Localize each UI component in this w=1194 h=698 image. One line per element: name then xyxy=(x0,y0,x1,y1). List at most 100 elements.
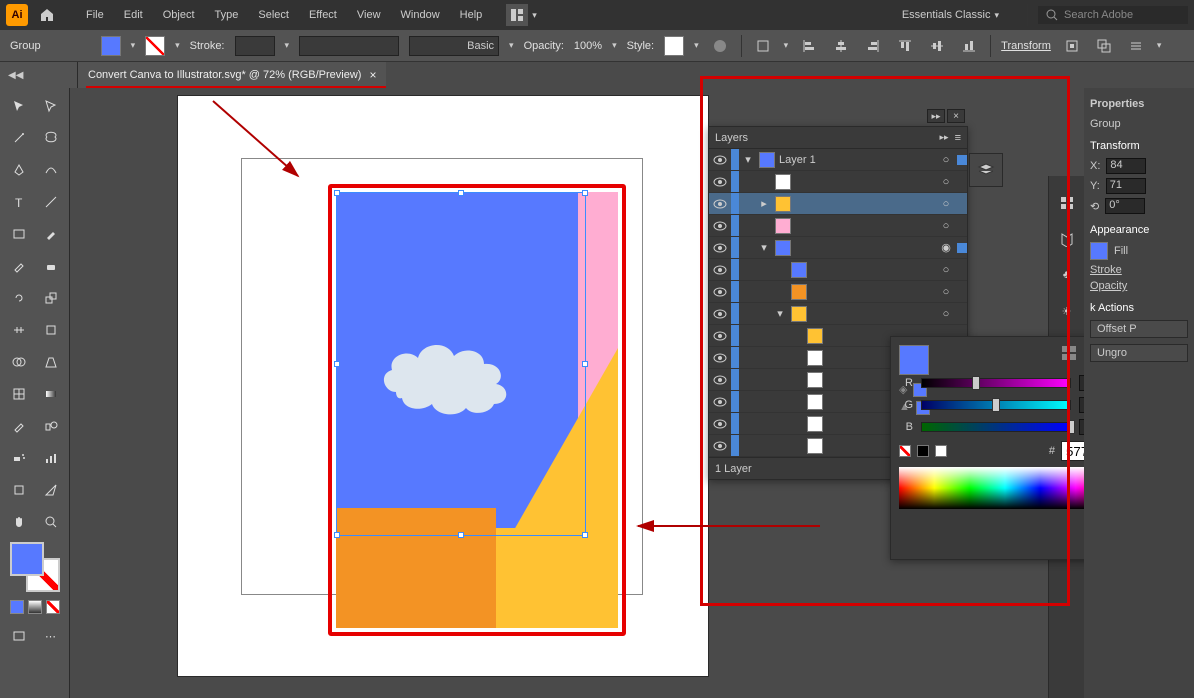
x-label: X: xyxy=(1090,160,1100,172)
rectangle-tool-icon[interactable] xyxy=(7,222,31,246)
svg-text:T: T xyxy=(15,196,23,209)
menu-view[interactable]: View xyxy=(347,3,391,27)
style-label: Style: xyxy=(627,40,655,52)
y-label: Y: xyxy=(1090,180,1100,192)
menu-edit[interactable]: Edit xyxy=(114,3,153,27)
align-right-icon[interactable] xyxy=(862,35,884,57)
selection-bounds xyxy=(336,192,586,536)
selection-tool-icon[interactable] xyxy=(7,94,31,118)
canvas-area[interactable]: ♣ ☀ ▸▸ × Layers ▸▸ ≡ ▾Layer 1○○▸○○▾◉○○▾○… xyxy=(70,88,1194,698)
rotate-tool-icon[interactable] xyxy=(7,286,31,310)
artboard-tool-icon[interactable] xyxy=(7,478,31,502)
align-left-icon[interactable] xyxy=(798,35,820,57)
perspective-tool-icon[interactable] xyxy=(39,350,63,374)
direct-selection-tool-icon[interactable] xyxy=(39,94,63,118)
curvature-tool-icon[interactable] xyxy=(39,158,63,182)
document-tab[interactable]: Convert Canva to Illustrator.svg* @ 72% … xyxy=(78,62,386,88)
opacity-value[interactable]: 100% xyxy=(574,40,602,52)
app-logo-icon: Ai xyxy=(6,4,28,26)
align-vcenter-icon[interactable] xyxy=(926,35,948,57)
angle-value[interactable]: 0° xyxy=(1105,198,1145,214)
control-bar: Group ▾ ▾ Stroke: ▾ Basic▾ Opacity: 100%… xyxy=(0,30,1194,62)
more-options-icon[interactable] xyxy=(1125,35,1147,57)
appearance-section: Appearance xyxy=(1090,224,1188,236)
eyedropper-tool-icon[interactable] xyxy=(7,414,31,438)
eraser-tool-icon[interactable] xyxy=(39,254,63,278)
align-to-icon[interactable] xyxy=(752,35,774,57)
opacity-label: Opacity: xyxy=(524,40,564,52)
transform-section: Transform xyxy=(1090,140,1188,152)
annotation-frame-panels xyxy=(700,76,1070,606)
fill-swatch[interactable] xyxy=(101,36,121,56)
align-hcenter-icon[interactable] xyxy=(830,35,852,57)
align-top-icon[interactable] xyxy=(894,35,916,57)
lasso-tool-icon[interactable] xyxy=(39,126,63,150)
angle-label: ⟲ xyxy=(1090,200,1099,213)
menu-effect[interactable]: Effect xyxy=(299,3,347,27)
tools-panel: T ⋯ xyxy=(0,88,70,698)
menu-select[interactable]: Select xyxy=(248,3,299,27)
type-tool-icon[interactable]: T xyxy=(7,190,31,214)
recolor-icon[interactable] xyxy=(709,35,731,57)
stroke-weight-input[interactable] xyxy=(235,36,275,56)
main-menu: File Edit Object Type Select Effect View… xyxy=(76,3,492,27)
variable-width-profile[interactable] xyxy=(299,36,399,56)
shaper-tool-icon[interactable] xyxy=(7,254,31,278)
arrange-documents-icon[interactable] xyxy=(506,4,528,26)
fill-stroke-indicator[interactable] xyxy=(10,542,60,592)
home-icon[interactable] xyxy=(32,0,62,30)
selection-type-label: Group xyxy=(10,40,41,52)
mesh-tool-icon[interactable] xyxy=(7,382,31,406)
hand-tool-icon[interactable] xyxy=(7,510,31,534)
stroke-swatch[interactable] xyxy=(145,36,165,56)
menu-window[interactable]: Window xyxy=(391,3,450,27)
screen-mode-icon[interactable] xyxy=(7,624,31,648)
color-mode-swatches[interactable] xyxy=(4,600,65,614)
stroke-link[interactable]: Stroke xyxy=(1090,264,1122,276)
ungroup-button[interactable]: Ungro xyxy=(1090,344,1188,362)
shape-builder-tool-icon[interactable] xyxy=(7,350,31,374)
column-graph-tool-icon[interactable] xyxy=(39,446,63,470)
pen-tool-icon[interactable] xyxy=(7,158,31,182)
transform-link[interactable]: Transform xyxy=(1001,40,1051,52)
blend-tool-icon[interactable] xyxy=(39,414,63,438)
search-adobe[interactable]: Search Adobe xyxy=(1038,6,1188,24)
properties-selection-type: Group xyxy=(1090,118,1188,130)
x-value[interactable]: 84 xyxy=(1106,158,1146,174)
menu-object[interactable]: Object xyxy=(153,3,205,27)
quick-actions-section: k Actions xyxy=(1090,302,1188,314)
offset-path-button[interactable]: Offset P xyxy=(1090,320,1188,338)
menu-type[interactable]: Type xyxy=(205,3,249,27)
shape-modes-icon[interactable] xyxy=(1093,35,1115,57)
menu-file[interactable]: File xyxy=(76,3,114,27)
isolate-icon[interactable] xyxy=(1061,35,1083,57)
free-transform-tool-icon[interactable] xyxy=(39,318,63,342)
symbol-sprayer-tool-icon[interactable] xyxy=(7,446,31,470)
slice-tool-icon[interactable] xyxy=(39,478,63,502)
edit-toolbar-icon[interactable]: ⋯ xyxy=(39,624,63,648)
stroke-label: Stroke: xyxy=(190,40,225,52)
line-tool-icon[interactable] xyxy=(39,190,63,214)
document-tabs: Convert Canva to Illustrator.svg* @ 72% … xyxy=(78,62,386,88)
zoom-tool-icon[interactable] xyxy=(39,510,63,534)
scale-tool-icon[interactable] xyxy=(39,286,63,310)
align-bottom-icon[interactable] xyxy=(958,35,980,57)
menu-bar: Ai File Edit Object Type Select Effect V… xyxy=(0,0,1194,30)
menu-help[interactable]: Help xyxy=(450,3,493,27)
tab-close-icon[interactable]: × xyxy=(369,68,376,82)
tab-title: Convert Canva to Illustrator.svg* @ 72% … xyxy=(88,69,361,81)
opacity-link[interactable]: Opacity xyxy=(1090,280,1127,292)
width-tool-icon[interactable] xyxy=(7,318,31,342)
paintbrush-tool-icon[interactable] xyxy=(39,222,63,246)
brush-definition[interactable]: Basic xyxy=(409,36,499,56)
gradient-tool-icon[interactable] xyxy=(39,382,63,406)
artboard xyxy=(178,96,708,676)
magic-wand-tool-icon[interactable] xyxy=(7,126,31,150)
fill-color-swatch[interactable] xyxy=(1090,242,1108,260)
graphic-style-swatch[interactable] xyxy=(664,36,684,56)
collapse-tools-icon[interactable]: ◀◀ xyxy=(0,62,78,88)
y-value[interactable]: 71 xyxy=(1106,178,1146,194)
properties-title: Properties xyxy=(1090,98,1188,110)
workspace-switcher[interactable]: Essentials Classic xyxy=(896,7,1017,23)
fill-label: Fill xyxy=(1114,245,1128,257)
